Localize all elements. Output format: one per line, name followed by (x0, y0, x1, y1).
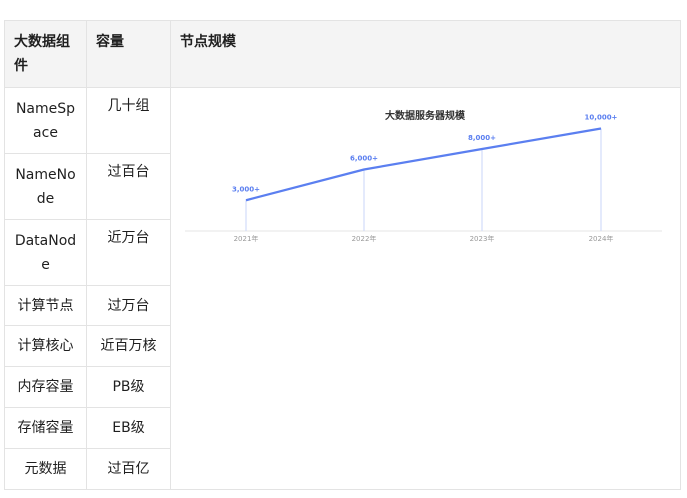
capacity-cell: PB级 (86, 366, 171, 408)
component-cell: DataNode (4, 219, 87, 286)
series-line (245, 127, 602, 202)
component-cell: 计算节点 (4, 285, 87, 326)
component-cell: NameSpace (4, 87, 87, 154)
capacity-cell: 过百亿 (86, 448, 171, 490)
x-tick-label: 2023年 (470, 234, 495, 243)
header-capacity: 容量 (86, 20, 171, 88)
line-chart: 大数据服务器规模 3,000+ 6,000+ 8,000+ 10,000+ 2021年 20… (185, 109, 662, 243)
header-node-scale: 节点规模 (170, 20, 681, 88)
table-header-row: 大数据组件 容量 节点规模 (4, 20, 681, 88)
capacity-cell: 几十组 (86, 87, 171, 154)
component-cell: 元数据 (4, 448, 87, 490)
cluster-scale-table: 大数据组件 容量 节点规模 NameSpace 几十组 大数据服务器规模 3,00… (4, 20, 681, 490)
table-row: NameSpace 几十组 大数据服务器规模 3,000+ 6,000+ 8,000+… (4, 87, 681, 490)
component-cell: 内存容量 (4, 366, 87, 408)
component-cell: 计算核心 (4, 325, 87, 367)
server-scale-chart: 大数据服务器规模 3,000+ 6,000+ 8,000+ 10,000+ 2021年 20… (171, 88, 680, 268)
capacity-cell: 近百万核 (86, 325, 171, 367)
component-cell: 存储容量 (4, 407, 87, 449)
x-tick-label: 2021年 (234, 234, 259, 243)
chart-title: 大数据服务器规模 (385, 109, 466, 122)
capacity-cell: 近万台 (86, 219, 171, 286)
capacity-cell: 过万台 (86, 285, 171, 326)
x-tick-label: 2022年 (352, 234, 377, 243)
component-cell: NameNode (4, 153, 87, 220)
chart-cell: 大数据服务器规模 3,000+ 6,000+ 8,000+ 10,000+ 2021年 20… (170, 87, 681, 490)
data-label: 8,000+ (468, 134, 496, 142)
capacity-cell: EB级 (86, 407, 171, 449)
data-label: 10,000+ (585, 114, 618, 122)
header-component: 大数据组件 (4, 20, 87, 88)
capacity-cell: 过百台 (86, 153, 171, 220)
data-label: 3,000+ (232, 185, 260, 193)
x-tick-label: 2024年 (589, 234, 614, 243)
data-label: 6,000+ (350, 155, 378, 163)
